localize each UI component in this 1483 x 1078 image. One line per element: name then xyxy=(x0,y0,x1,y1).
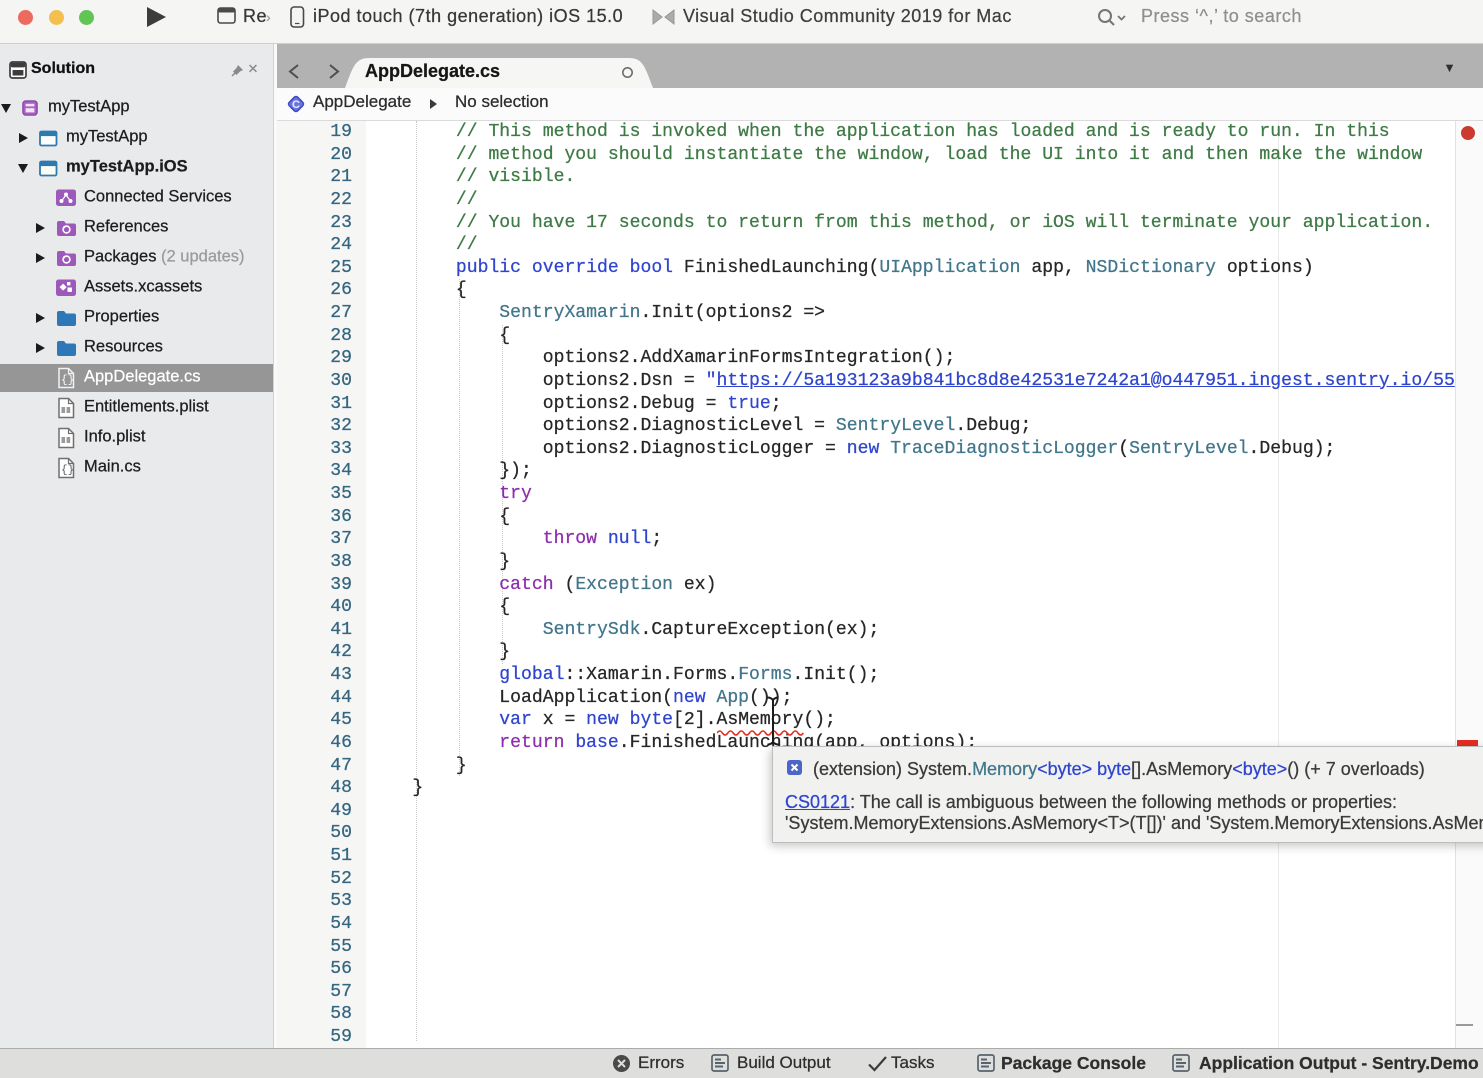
svg-text:{}: {} xyxy=(61,375,74,387)
svg-text:{}: {} xyxy=(61,465,74,477)
svg-text:C: C xyxy=(292,99,300,111)
